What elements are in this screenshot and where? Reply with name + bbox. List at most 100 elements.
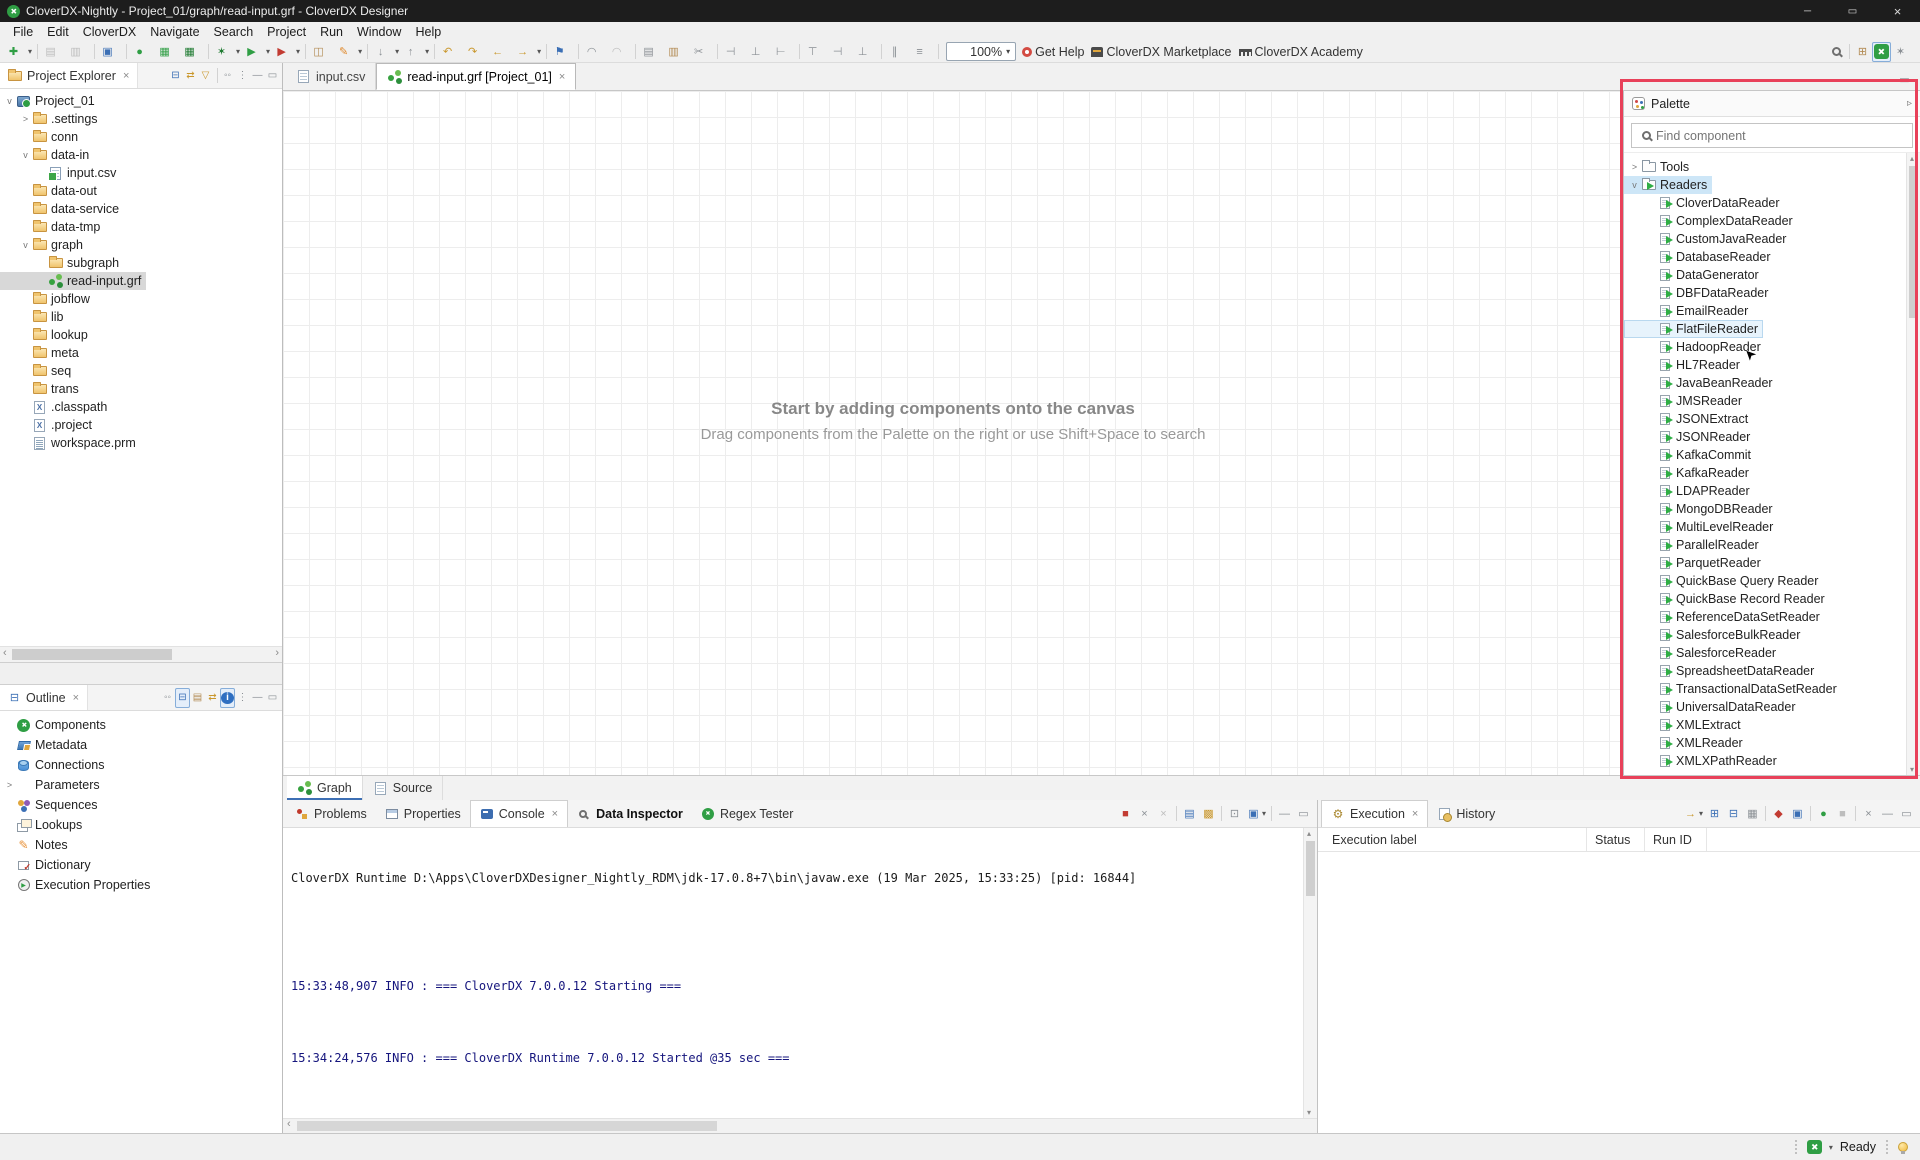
menu-item[interactable]: CloverDX [76, 24, 144, 40]
scrollbar-thumb[interactable] [1306, 841, 1315, 896]
maximize-button[interactable]: ▭ [265, 688, 280, 708]
academy-button[interactable]: CloverDX Academy [1237, 42, 1368, 62]
stop-button[interactable]: ■ [1116, 804, 1135, 824]
palette-item[interactable]: CloverDataReader [1624, 194, 1906, 212]
palette-item[interactable]: EmailReader [1624, 302, 1906, 320]
execution-toolbar-button[interactable] [1852, 804, 1859, 824]
expand-chevron-icon[interactable]: > [4, 780, 15, 790]
palette-item[interactable]: XMLXPathReader [1624, 752, 1906, 770]
minimize-button[interactable]: — [1876, 70, 1895, 90]
debug-button[interactable]: ✶ [212, 42, 242, 62]
bottom-panel-tab[interactable]: Properties [376, 800, 470, 827]
palette-scrollbar[interactable] [1906, 153, 1920, 775]
execution-table-body[interactable] [1318, 852, 1920, 1133]
open-perspective-button[interactable]: ⊞ [1853, 42, 1872, 62]
editor-mode-tab[interactable]: Source [363, 776, 444, 800]
menu-item[interactable]: Run [313, 24, 350, 40]
table-view-button[interactable]: ▤ [190, 688, 205, 708]
editor-tab[interactable]: read-input.grf [Project_01] [376, 63, 576, 90]
palette-item[interactable]: JavaBeanReader [1624, 374, 1906, 392]
project-tree-item[interactable]: trans [0, 380, 282, 398]
pin-console-button[interactable]: ⊡ [1225, 804, 1244, 824]
bottom-panel-tab[interactable]: Regex Tester [692, 800, 802, 827]
toolbar-button[interactable] [34, 42, 41, 62]
project-tree-item[interactable]: > .settings [0, 110, 282, 128]
project-tree-item[interactable]: data-out [0, 182, 282, 200]
align-right-button[interactable]: ⊢ [771, 42, 796, 62]
target-button[interactable]: → [1681, 804, 1705, 824]
focus-button[interactable]: ◦◦ [160, 688, 175, 708]
expand-chevron-icon[interactable]: v [20, 150, 31, 160]
palette-item[interactable]: JSONReader [1624, 428, 1906, 446]
search-button[interactable] [1827, 42, 1846, 62]
palette-item[interactable]: SalesforceReader [1624, 644, 1906, 662]
tips-bulb-icon[interactable] [1898, 1142, 1908, 1152]
focus-button[interactable]: ◦◦ [220, 66, 235, 86]
redo-button[interactable]: ↷ [463, 42, 488, 62]
palette-item[interactable]: KafkaCommit [1624, 446, 1906, 464]
expand-chevron-icon[interactable]: > [20, 114, 31, 124]
cloverdx-status-icon[interactable] [1807, 1140, 1822, 1154]
toolbar-button[interactable] [91, 42, 98, 62]
project-tree-item[interactable]: v graph [0, 236, 282, 254]
expand-chevron-icon[interactable]: > [1629, 162, 1640, 172]
align-center-button[interactable]: ⊥ [746, 42, 771, 62]
palette-item[interactable]: DatabaseReader [1624, 248, 1906, 266]
menu-item[interactable]: Window [350, 24, 408, 40]
toolbar-button[interactable] [123, 42, 130, 62]
clover-run-button[interactable]: ● [1814, 804, 1833, 824]
minimize-button[interactable]: — [1878, 804, 1897, 824]
open-console-button[interactable]: ▣ [1788, 804, 1807, 824]
scroll-lock-button[interactable]: ▩ [1199, 804, 1218, 824]
tab-project-explorer[interactable]: Project Explorer [0, 63, 138, 88]
sync-button[interactable]: ⇄ [205, 688, 220, 708]
forward-button[interactable]: → [513, 42, 543, 62]
bottom-panel-tab[interactable]: Console [470, 800, 568, 827]
collapse-all-button[interactable]: ⊟ [1724, 804, 1743, 824]
close-console-button[interactable]: × [1135, 804, 1154, 824]
palette-item[interactable]: > Tools [1624, 158, 1906, 176]
distribute-vertical-button[interactable]: ≡ [910, 42, 935, 62]
tree-view-button[interactable]: ⊟ [175, 688, 190, 708]
horizontal-scrollbar[interactable] [0, 646, 282, 662]
palette-item[interactable]: CustomJavaReader [1624, 230, 1906, 248]
get-help-button[interactable]: Get Help [1020, 42, 1089, 62]
palette-item[interactable]: KafkaReader [1624, 464, 1906, 482]
scrollbar-thumb[interactable] [12, 649, 172, 660]
palette-item[interactable]: JMSReader [1624, 392, 1906, 410]
briefcase-button[interactable]: ◫ [309, 42, 334, 62]
view-menu-button[interactable]: ⋮ [235, 688, 250, 708]
palette-item[interactable]: MultiLevelReader [1624, 518, 1906, 536]
view-toolbar-button[interactable] [213, 66, 220, 86]
close-icon[interactable] [73, 692, 79, 704]
new-graph-button[interactable]: ✚ [4, 42, 34, 62]
column-header[interactable]: Status [1587, 828, 1645, 851]
outline-item[interactable]: Connections [0, 755, 282, 775]
cloverdx-server-button[interactable]: ● [130, 42, 155, 62]
window-minimize-button[interactable] [1785, 0, 1830, 22]
toolbar-button[interactable] [431, 42, 438, 62]
palette-item[interactable]: QuickBase Record Reader [1624, 590, 1906, 608]
clear-console-button[interactable]: ▤ [1180, 804, 1199, 824]
execution-panel-tab[interactable]: History [1428, 800, 1504, 827]
editor-tab[interactable]: input.csv [286, 63, 376, 90]
zoom-select[interactable]: 100% [946, 42, 1016, 61]
import-button[interactable]: ↓ [371, 42, 401, 62]
outline-item[interactable]: > Parameters [0, 775, 282, 795]
maximize-button[interactable]: ▭ [1897, 804, 1916, 824]
outline-item[interactable]: Dictionary [0, 855, 282, 875]
palette-item[interactable]: LDAPReader [1624, 482, 1906, 500]
execution-panel-tab[interactable]: Execution [1321, 800, 1428, 827]
run-button[interactable]: ▶ [242, 42, 272, 62]
palette-item[interactable]: JSONExtract [1624, 410, 1906, 428]
project-tree-item[interactable]: data-service [0, 200, 282, 218]
outline-item[interactable]: Metadata [0, 735, 282, 755]
graph-canvas[interactable]: Start by adding components onto the canv… [283, 91, 1623, 775]
minimize-button[interactable]: — [1275, 804, 1294, 824]
maximize-button[interactable]: ▭ [1895, 70, 1914, 90]
tab-outline[interactable]: Outline [0, 685, 88, 710]
cut-button[interactable]: ✂ [689, 42, 714, 62]
toolbar-button[interactable] [1846, 42, 1853, 62]
project-tree-item[interactable]: seq [0, 362, 282, 380]
execution-toolbar-button[interactable] [1762, 804, 1769, 824]
